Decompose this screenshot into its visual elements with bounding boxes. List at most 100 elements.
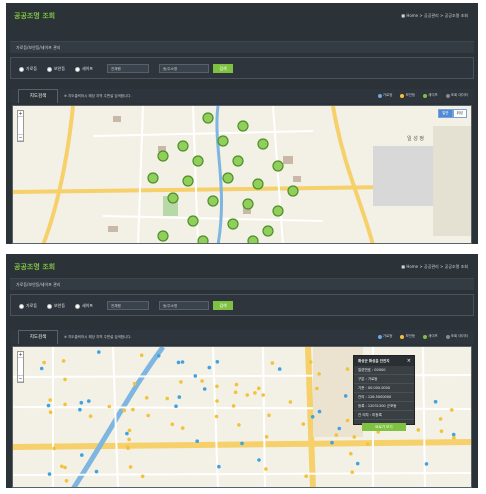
streetlight-marker[interactable] — [174, 404, 178, 408]
streetlight-marker[interactable] — [156, 354, 161, 358]
radio-dot[interactable] — [47, 66, 52, 72]
security-light-marker[interactable] — [214, 414, 219, 419]
streetlight-marker[interactable] — [433, 399, 438, 404]
region-select[interactable]: 전체행 — [107, 301, 149, 310]
radio-streetlight[interactable]: 가로등 — [19, 303, 37, 309]
security-light-marker[interactable] — [52, 446, 56, 451]
streetlight-marker[interactable] — [451, 432, 456, 437]
security-light-marker[interactable] — [231, 404, 236, 408]
streetlight-marker[interactable] — [78, 407, 82, 412]
streetlight-marker[interactable] — [125, 431, 129, 436]
security-light-marker[interactable] — [261, 393, 265, 397]
security-light-marker[interactable] — [366, 442, 370, 446]
radio-safe[interactable]: 세이프 — [75, 303, 93, 309]
streetlight-marker[interactable] — [240, 441, 244, 446]
security-light-marker[interactable] — [352, 435, 357, 439]
radio-streetlight[interactable]: 가로등 — [19, 66, 37, 72]
safe-marker[interactable] — [197, 235, 209, 244]
security-light-marker[interactable] — [245, 393, 250, 397]
streetlight-marker[interactable] — [195, 439, 199, 443]
map-view[interactable]: + − 화성군 화성읍 안전지 × 일련번호 : 00000 구분 : 가로등 … — [12, 346, 472, 488]
safe-marker[interactable] — [182, 175, 194, 187]
security-light-marker[interactable] — [315, 386, 319, 391]
security-light-marker[interactable] — [88, 414, 93, 418]
map-type-satellite[interactable]: 위성 — [452, 109, 467, 118]
security-light-marker[interactable] — [317, 372, 321, 376]
security-light-marker[interactable] — [334, 433, 339, 437]
safe-marker[interactable] — [192, 155, 204, 167]
streetlight-marker[interactable] — [176, 360, 181, 365]
safe-marker[interactable] — [272, 160, 284, 172]
security-light-marker[interactable] — [132, 381, 137, 386]
radio-dot[interactable] — [19, 303, 24, 309]
security-light-marker[interactable] — [301, 422, 306, 426]
security-light-marker[interactable] — [122, 408, 127, 413]
security-light-marker[interactable] — [345, 418, 350, 423]
security-light-marker[interactable] — [42, 360, 46, 365]
security-light-marker[interactable] — [63, 465, 67, 470]
security-light-marker[interactable] — [267, 413, 271, 418]
security-light-marker[interactable] — [234, 382, 239, 387]
security-light-marker[interactable] — [450, 408, 454, 412]
streetlight-marker[interactable] — [47, 472, 52, 476]
region-select[interactable]: 전체행 — [107, 64, 149, 73]
safe-marker[interactable] — [227, 218, 239, 230]
streetlight-marker[interactable] — [202, 387, 207, 391]
security-light-marker[interactable] — [60, 464, 64, 469]
streetlight-marker[interactable] — [180, 360, 185, 364]
safe-marker[interactable] — [147, 172, 159, 184]
security-light-marker[interactable] — [170, 422, 175, 427]
radio-dot[interactable] — [47, 303, 52, 309]
security-light-marker[interactable] — [127, 428, 132, 433]
safe-marker[interactable] — [187, 215, 199, 227]
streetlight-marker[interactable] — [193, 374, 198, 378]
safe-marker[interactable] — [222, 172, 234, 184]
search-button[interactable]: 검색 — [213, 64, 233, 73]
radio-safe[interactable]: 세이프 — [75, 66, 93, 72]
security-light-marker[interactable] — [215, 399, 219, 403]
map-view[interactable]: 일 성 정 + − 일반 위성 — [12, 105, 472, 244]
safe-marker[interactable] — [247, 235, 259, 244]
security-light-marker[interactable] — [288, 400, 293, 404]
map-canvas[interactable]: 일 성 정 — [13, 106, 472, 244]
security-light-marker[interactable] — [180, 426, 185, 430]
security-light-marker[interactable] — [61, 359, 66, 363]
security-light-marker[interactable] — [416, 428, 421, 432]
security-light-marker[interactable] — [144, 396, 149, 400]
streetlight-marker[interactable] — [317, 409, 322, 414]
radio-dot[interactable] — [19, 66, 24, 72]
zoom-out-button[interactable]: − — [18, 135, 23, 141]
radio-security[interactable]: 보안등 — [47, 303, 65, 309]
safe-marker[interactable] — [167, 192, 179, 204]
safe-marker[interactable] — [232, 155, 244, 167]
popup-detail-button[interactable]: 바로가 보기 — [362, 423, 406, 431]
streetlight-marker[interactable] — [424, 462, 429, 466]
safe-marker[interactable] — [242, 198, 254, 210]
security-light-marker[interactable] — [452, 435, 456, 440]
security-light-marker[interactable] — [308, 360, 313, 364]
streetlight-marker[interactable] — [46, 403, 51, 408]
safe-marker[interactable] — [207, 195, 219, 207]
streetlight-marker[interactable] — [215, 360, 220, 364]
security-light-marker[interactable] — [264, 435, 269, 439]
streetlight-marker[interactable] — [217, 464, 221, 469]
safe-marker[interactable] — [177, 140, 189, 152]
safe-marker[interactable] — [217, 135, 229, 147]
security-light-marker[interactable] — [63, 377, 67, 382]
security-light-marker[interactable] — [233, 390, 238, 394]
streetlight-marker[interactable] — [39, 366, 44, 371]
tab-map-search[interactable]: 지도검색 — [18, 89, 58, 103]
security-light-marker[interactable] — [107, 404, 112, 409]
security-light-marker[interactable] — [125, 445, 130, 449]
safe-marker[interactable] — [237, 120, 249, 132]
zoom-slider[interactable] — [18, 358, 23, 376]
security-light-marker[interactable] — [128, 465, 133, 469]
tab-map-search[interactable]: 지도검색 — [18, 330, 58, 344]
close-icon[interactable]: × — [407, 358, 411, 364]
safe-marker[interactable] — [157, 150, 169, 162]
streetlight-marker[interactable] — [330, 440, 334, 445]
zoom-in-button[interactable]: + — [18, 352, 23, 358]
security-light-marker[interactable] — [140, 474, 145, 479]
zoom-control[interactable]: + − — [17, 351, 24, 383]
streetlight-marker[interactable] — [97, 350, 101, 354]
